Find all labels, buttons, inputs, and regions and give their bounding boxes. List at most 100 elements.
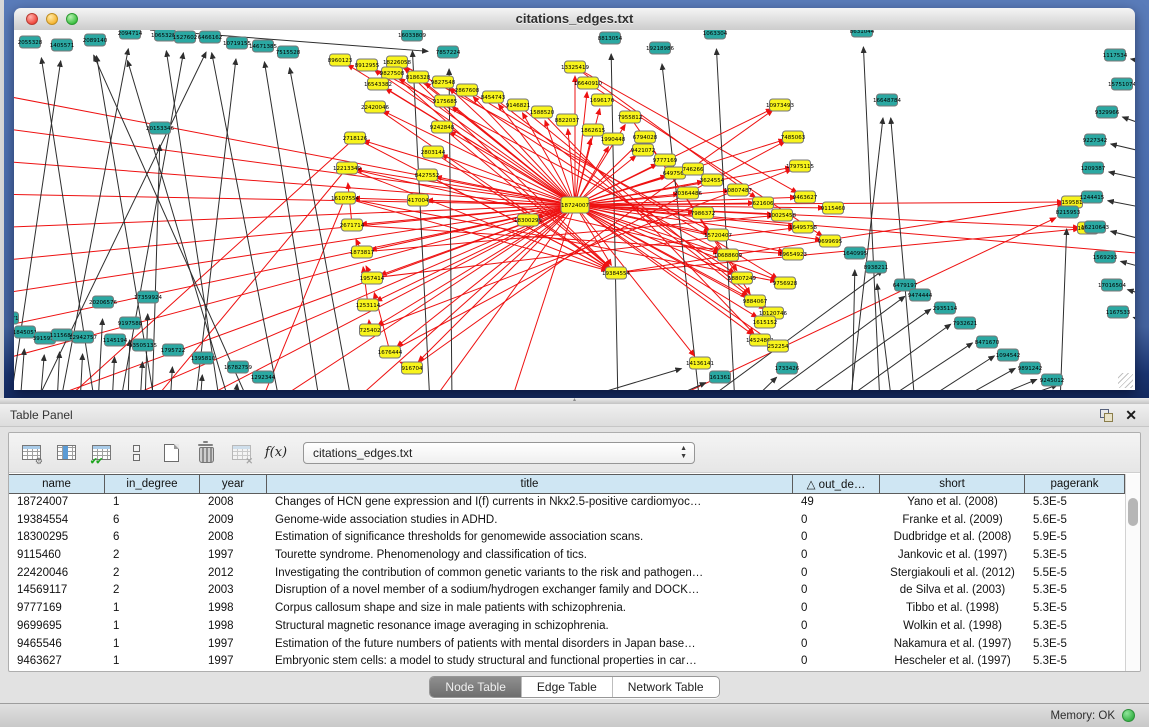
network-node[interactable]: 1795722 bbox=[161, 344, 186, 356]
table-cell[interactable]: 5.3E-5 bbox=[1025, 494, 1125, 512]
network-node[interactable]: 9227342 bbox=[1083, 134, 1108, 146]
network-node[interactable]: 8813054 bbox=[598, 32, 623, 44]
network-node[interactable]: 1244415 bbox=[1080, 191, 1105, 203]
network-node[interactable]: 20206576 bbox=[89, 296, 117, 308]
network-node[interactable]: 9245012 bbox=[1040, 374, 1065, 386]
network-node[interactable]: 1676444 bbox=[378, 346, 403, 358]
table-cell[interactable]: 6 bbox=[105, 529, 200, 547]
table-cell[interactable]: 1 bbox=[105, 636, 200, 654]
network-node[interactable]: 14136141 bbox=[686, 357, 714, 369]
table-cell[interactable]: 0 bbox=[793, 512, 880, 530]
network-node[interactable]: 17975115 bbox=[786, 160, 814, 172]
network-node[interactable]: 417004 bbox=[408, 194, 429, 206]
tab-node-table[interactable]: Node Table bbox=[430, 677, 521, 697]
table-row[interactable]: 977716911998Corpus callosum shape and si… bbox=[9, 600, 1125, 618]
table-cell[interactable]: Franke et al. (2009) bbox=[880, 512, 1025, 530]
table-cell[interactable]: 9699695 bbox=[9, 618, 105, 636]
network-node[interactable]: 16648784 bbox=[873, 94, 901, 106]
network-node[interactable]: 10807487 bbox=[724, 184, 752, 196]
table-cell[interactable]: 0 bbox=[793, 529, 880, 547]
network-window-titlebar[interactable]: citations_edges.txt bbox=[14, 8, 1135, 31]
network-node[interactable]: 15720407 bbox=[704, 229, 732, 241]
table-cell[interactable]: 0 bbox=[793, 600, 880, 618]
table-cell[interactable]: 0 bbox=[793, 565, 880, 583]
network-node[interactable]: 9756928 bbox=[773, 277, 798, 289]
network-node[interactable]: 9197588 bbox=[118, 317, 143, 329]
network-node[interactable]: 9175685 bbox=[433, 95, 458, 107]
network-node[interactable]: 9463627 bbox=[793, 191, 818, 203]
table-cell[interactable]: Hescheler et al. (1997) bbox=[880, 653, 1025, 671]
network-node[interactable]: 1733426 bbox=[775, 362, 800, 374]
new-document-icon[interactable] bbox=[159, 441, 183, 465]
table-cell[interactable]: Tourette syndrome. Phenomenology and cla… bbox=[267, 547, 793, 565]
network-node[interactable]: 6794028 bbox=[633, 131, 658, 143]
table-cell[interactable]: 1997 bbox=[200, 653, 267, 671]
network-node[interactable]: 7986372 bbox=[691, 207, 716, 219]
table-cell[interactable]: Structural magnetic resonance image aver… bbox=[267, 618, 793, 636]
network-node[interactable]: 621606 bbox=[753, 197, 774, 209]
split-rows-icon[interactable] bbox=[124, 441, 148, 465]
table-cell[interactable]: Estimation of the future numbers of pati… bbox=[267, 636, 793, 654]
table-row[interactable]: 1938455462009Genome-wide association stu… bbox=[9, 512, 1125, 530]
network-node[interactable]: 9474444 bbox=[908, 289, 933, 301]
network-node[interactable]: 9146821 bbox=[506, 99, 531, 111]
network-node[interactable]: 9777169 bbox=[653, 154, 678, 166]
network-node[interactable]: 12942757 bbox=[69, 331, 97, 343]
table-row[interactable]: 1830029562008Estimation of significance … bbox=[9, 529, 1125, 547]
network-node[interactable]: 1292344 bbox=[251, 371, 276, 383]
delete-icon[interactable] bbox=[194, 441, 218, 465]
table-row[interactable]: 1872400712008Changes of HCN gene express… bbox=[9, 494, 1125, 512]
table-cell[interactable]: de Silva et al. (2003) bbox=[880, 582, 1025, 600]
table-row[interactable]: 1456911722003Disruption of a novel membe… bbox=[9, 582, 1125, 600]
table-cell[interactable]: 5.3E-5 bbox=[1025, 600, 1125, 618]
network-node[interactable]: 2055328 bbox=[18, 36, 43, 48]
table-row[interactable]: 946362711997Embryonic stem cells: a mode… bbox=[9, 653, 1125, 671]
network-node[interactable]: 9827508 bbox=[380, 67, 405, 79]
table-row[interactable]: 946554611997Estimation of the future num… bbox=[9, 636, 1125, 654]
network-node[interactable]: 1873817 bbox=[350, 246, 375, 258]
table-cell[interactable]: 2003 bbox=[200, 582, 267, 600]
network-node[interactable]: 16107554 bbox=[331, 192, 359, 204]
network-node[interactable]: 193871 bbox=[14, 312, 19, 324]
network-node[interactable]: 9884067 bbox=[743, 295, 768, 307]
network-node[interactable]: 7857224 bbox=[436, 46, 461, 58]
network-window[interactable]: citations_edges.txt 18724007183002951938… bbox=[14, 8, 1135, 390]
network-node[interactable]: 19654923 bbox=[779, 248, 807, 260]
network-node[interactable]: 916704 bbox=[402, 362, 423, 374]
select-stepper-icon[interactable]: ▲▼ bbox=[680, 445, 687, 461]
table-cell[interactable]: 0 bbox=[793, 636, 880, 654]
minimize-button[interactable] bbox=[46, 13, 58, 25]
network-node[interactable]: 18807249 bbox=[728, 272, 756, 284]
network-node[interactable]: 1862615 bbox=[581, 124, 606, 136]
table-cell[interactable]: 9463627 bbox=[9, 653, 105, 671]
network-node[interactable]: 7932621 bbox=[953, 317, 978, 329]
close-button[interactable] bbox=[26, 13, 38, 25]
network-node[interactable]: 1253114 bbox=[356, 299, 381, 311]
network-node[interactable]: 10719155 bbox=[223, 37, 251, 49]
network-node[interactable]: 22420046 bbox=[361, 101, 389, 113]
table-cell[interactable]: 9465546 bbox=[9, 636, 105, 654]
network-node[interactable]: 9827548 bbox=[431, 76, 456, 88]
network-node[interactable]: 1209387 bbox=[1081, 162, 1106, 174]
network-node[interactable]: 13325419 bbox=[561, 61, 589, 73]
scrollbar-thumb[interactable] bbox=[1128, 498, 1138, 526]
network-node[interactable]: 18300295 bbox=[514, 214, 542, 226]
table-scrollbar[interactable] bbox=[1125, 474, 1140, 671]
network-node[interactable]: 8912955 bbox=[355, 59, 380, 71]
table-cell[interactable]: 2 bbox=[105, 547, 200, 565]
column-header[interactable]: title bbox=[267, 475, 793, 493]
network-node[interactable]: 16495758 bbox=[789, 221, 817, 233]
column-header[interactable]: year bbox=[200, 475, 267, 493]
table-cell[interactable]: 0 bbox=[793, 582, 880, 600]
network-node[interactable]: 16210643 bbox=[1081, 221, 1109, 233]
table-cell[interactable]: Changes of HCN gene expression and I(f) … bbox=[267, 494, 793, 512]
network-node[interactable]: 2089140 bbox=[83, 34, 108, 46]
column-header[interactable]: short bbox=[880, 475, 1025, 493]
table-row[interactable]: 911546021997Tourette syndrome. Phenomeno… bbox=[9, 547, 1125, 565]
network-node[interactable]: 9115460 bbox=[821, 202, 846, 214]
table-cell[interactable]: Estimation of significance thresholds fo… bbox=[267, 529, 793, 547]
table-cell[interactable]: Yano et al. (2008) bbox=[880, 494, 1025, 512]
network-node[interactable]: 8471670 bbox=[975, 336, 1000, 348]
network-node[interactable]: 17016504 bbox=[1098, 279, 1126, 291]
network-node[interactable]: 8186328 bbox=[406, 71, 431, 83]
